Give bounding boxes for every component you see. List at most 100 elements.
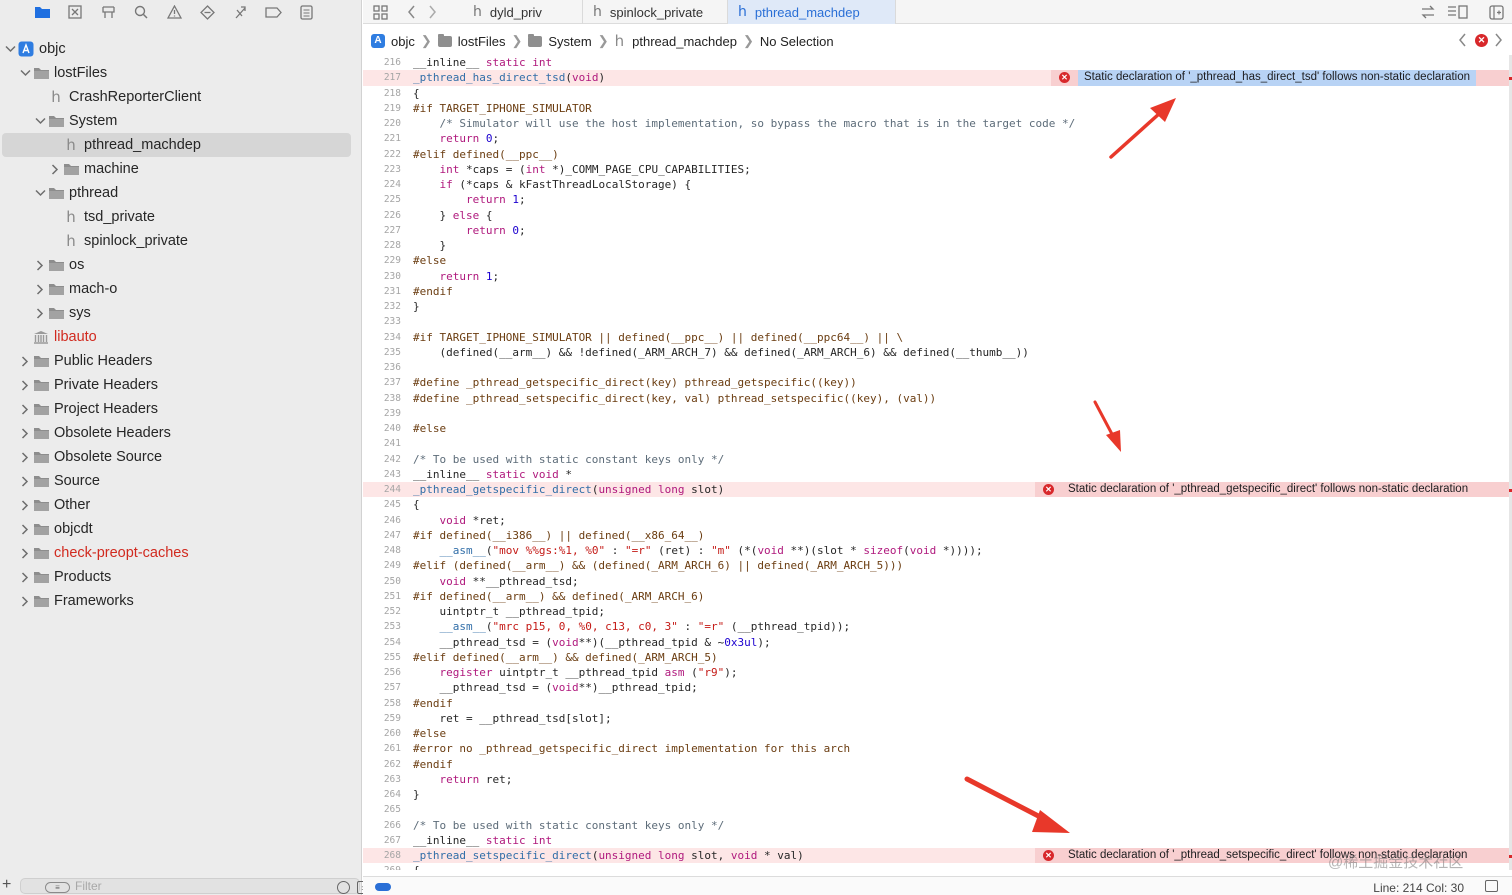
tree-item[interactable]: h pthread_machdep — [2, 133, 351, 157]
tab-pthread-machdep[interactable]: h pthread_machdep — [728, 0, 896, 24]
tree-item[interactable]: Obsolete Source — [0, 445, 352, 469]
chevron-down-icon[interactable] — [34, 187, 46, 199]
code-line[interactable]: 222 #elif defined(__ppc__) — [363, 147, 1512, 162]
tab-spinlock-private[interactable]: h spinlock_private — [583, 0, 728, 24]
tree-item[interactable]: libauto — [0, 325, 352, 349]
breadcrumb-group[interactable]: lostFiles — [437, 33, 505, 49]
tree-item[interactable]: Public Headers — [0, 349, 352, 373]
chevron-right-icon[interactable] — [19, 595, 31, 607]
chevron-right-icon[interactable] — [19, 451, 31, 463]
debug-icon[interactable] — [231, 3, 249, 21]
symbol-icon[interactable] — [99, 3, 117, 21]
code-line[interactable]: 265 — [363, 802, 1512, 817]
chevron-right-icon[interactable] — [19, 571, 31, 583]
code-line[interactable]: 232} — [363, 299, 1512, 314]
code-line[interactable]: 263 return ret; — [363, 772, 1512, 787]
code-line[interactable]: 251 #if defined(__arm__) && defined(_ARM_… — [363, 589, 1512, 604]
code-line[interactable]: 239 — [363, 406, 1512, 421]
test-icon[interactable] — [198, 3, 216, 21]
code-line[interactable]: 226 } else { — [363, 208, 1512, 223]
code-line[interactable]: 238 #define _pthread_setspecific_direct(k… — [363, 391, 1512, 406]
code-line[interactable]: 254 __pthread_tsd = (void**)(__pthread_t… — [363, 635, 1512, 650]
code-line[interactable]: 224 if (*caps & kFastThreadLocalStorage)… — [363, 177, 1512, 192]
chevron-down-icon[interactable] — [34, 115, 46, 127]
breakpoints-toggle-icon[interactable] — [375, 883, 391, 891]
tree-item[interactable]: Private Headers — [0, 373, 352, 397]
code-line[interactable]: 221 return 0; — [363, 131, 1512, 146]
code-line[interactable]: 230 return 1; — [363, 269, 1512, 284]
chevron-down-icon[interactable] — [4, 43, 16, 55]
related-items-icon[interactable] — [1419, 3, 1437, 21]
code-line[interactable]: 246 void *ret; — [363, 513, 1512, 528]
code-line[interactable]: 262 #endif — [363, 757, 1512, 772]
chevron-right-icon[interactable] — [19, 475, 31, 487]
tree-item[interactable]: lostFiles — [0, 61, 352, 85]
chevron-right-icon[interactable] — [34, 283, 46, 295]
code-line[interactable]: 240 #else — [363, 421, 1512, 436]
add-editor-icon[interactable] — [1487, 3, 1505, 21]
grid-icon[interactable] — [371, 3, 389, 21]
tree-item[interactable]: mach-o — [0, 277, 352, 301]
code-line[interactable]: 248 __asm__("mov %%gs:%1, %0" : "=r" (re… — [363, 543, 1512, 558]
code-line[interactable]: 243 __inline__ static void * — [363, 467, 1512, 482]
code-line[interactable]: 231 #endif — [363, 284, 1512, 299]
code-line[interactable]: 247 #if defined(__i386__) || defined(__x8… — [363, 528, 1512, 543]
code-line[interactable]: 249 #elif (defined(__arm__) && (defined(_… — [363, 558, 1512, 573]
tree-item[interactable]: Source — [0, 469, 352, 493]
tree-item[interactable]: Frameworks — [0, 589, 352, 613]
chevron-right-icon[interactable] — [19, 403, 31, 415]
code-line[interactable]: 241 — [363, 436, 1512, 451]
error-code-line[interactable]: 244 _pthread_getspecific_direct(unsigned … — [363, 482, 1512, 498]
tree-item[interactable]: Project Headers — [0, 397, 352, 421]
tree-item[interactable]: machine — [0, 157, 352, 181]
chevron-right-icon[interactable] — [19, 355, 31, 367]
chevron-right-icon[interactable] — [34, 307, 46, 319]
tree-item[interactable]: Obsolete Headers — [0, 421, 352, 445]
editor-options-icon[interactable] — [1447, 3, 1469, 21]
error-annotation[interactable]: ✕ Static declaration of '_pthread_has_dir… — [1051, 70, 1509, 86]
code-line[interactable]: 261 #error no _pthread_getspecific_direct… — [363, 741, 1512, 756]
code-area[interactable]: 216 __inline__ static int 217 _pthread_has_… — [363, 55, 1512, 870]
code-line[interactable]: 227 return 0; — [363, 223, 1512, 238]
next-issue-icon[interactable] — [1493, 33, 1503, 50]
filter-field[interactable]: ≡ Filter ± — [20, 878, 371, 894]
code-line[interactable]: 242 /* To be used with static constant ke… — [363, 452, 1512, 467]
code-line[interactable]: 235 (defined(__arm__) && !defined(_ARM_A… — [363, 345, 1512, 360]
report-icon[interactable] — [297, 3, 315, 21]
tree-item[interactable]: objcdt — [0, 517, 352, 541]
tree-item[interactable]: h CrashReporterClient — [0, 85, 352, 109]
code-line[interactable]: 255 #elif defined(__arm__) && defined(_AR… — [363, 650, 1512, 665]
code-line[interactable]: 258 #endif — [363, 696, 1512, 711]
chevron-right-icon[interactable] — [19, 499, 31, 511]
code-line[interactable]: 216 __inline__ static int — [363, 55, 1512, 70]
chevron-right-icon[interactable] — [19, 523, 31, 535]
folder-icon[interactable] — [33, 3, 51, 21]
code-line[interactable]: 229 #else — [363, 253, 1512, 268]
tree-item[interactable]: Products — [0, 565, 352, 589]
breadcrumb-group[interactable]: System — [528, 33, 592, 49]
code-line[interactable]: 223 int *caps = (int *)_COMM_PAGE_CPU_CA… — [363, 162, 1512, 177]
recent-files-icon[interactable] — [337, 881, 350, 894]
code-line[interactable]: 259 ret = __pthread_tsd[slot]; — [363, 711, 1512, 726]
tree-item[interactable]: System — [0, 109, 352, 133]
chevron-right-icon[interactable] — [19, 379, 31, 391]
issue-icon[interactable] — [165, 3, 183, 21]
code-line[interactable]: 256 register uintptr_t __pthread_tpid as… — [363, 665, 1512, 680]
breadcrumb-file[interactable]: h pthread_machdep — [615, 32, 737, 50]
debug-area-toggle-icon[interactable] — [1485, 880, 1498, 892]
tab-dyld-priv[interactable]: h dyld_priv — [463, 0, 583, 24]
breadcrumb-project[interactable]: Aobjc — [371, 34, 415, 49]
code-line[interactable]: 264} — [363, 787, 1512, 802]
code-line[interactable]: 237 #define _pthread_getspecific_direct(k… — [363, 375, 1512, 390]
chevron-right-icon[interactable] — [34, 259, 46, 271]
breadcrumb-symbol[interactable]: No Selection — [760, 34, 834, 49]
filter-options-icon[interactable]: ≡ — [45, 882, 70, 893]
forward-icon[interactable] — [423, 3, 441, 21]
chevron-right-icon[interactable] — [19, 547, 31, 559]
breakpoint-icon[interactable] — [264, 3, 282, 21]
tree-item[interactable]: h spinlock_private — [0, 229, 352, 253]
source-control-icon[interactable] — [66, 3, 84, 21]
tree-item[interactable]: objc — [0, 37, 352, 61]
code-line[interactable]: 234 #if TARGET_IPHONE_SIMULATOR || define… — [363, 330, 1512, 345]
add-file-button[interactable]: + — [2, 876, 11, 894]
